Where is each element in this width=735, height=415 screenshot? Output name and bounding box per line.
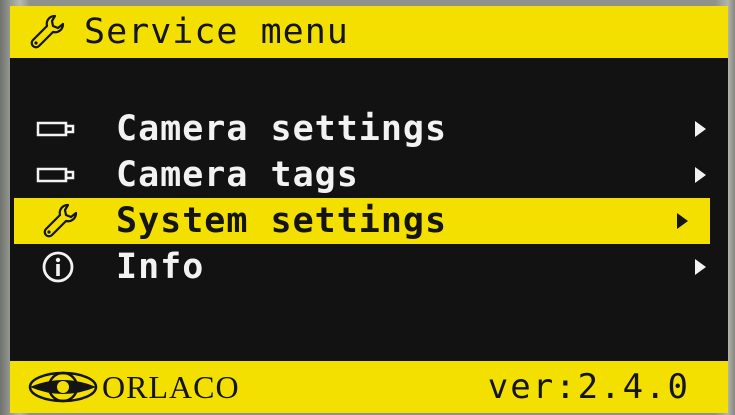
menu-item-info[interactable]: Info (32, 244, 728, 290)
menu-item-system-settings[interactable]: System settings (14, 198, 710, 244)
menu-item-camera-settings[interactable]: Camera settings (32, 106, 728, 152)
wrench-icon (32, 201, 84, 241)
menu-item-label: Camera settings (116, 109, 448, 149)
orlaco-logo-icon (26, 367, 100, 407)
camera-icon (32, 155, 84, 195)
menu-item-camera-tags[interactable]: Camera tags (32, 152, 728, 198)
footer-bar: ORLACO ver:2.4.0 (10, 361, 728, 413)
brand-name: ORLACO (102, 368, 240, 405)
chevron-right-icon (695, 259, 706, 275)
chevron-right-icon (695, 121, 706, 137)
menu-item-label: Camera tags (116, 155, 359, 195)
info-icon (32, 247, 84, 287)
title-bar: Service menu (10, 6, 728, 58)
camera-icon (32, 109, 84, 149)
chevron-right-icon (695, 167, 706, 183)
chevron-right-icon (677, 213, 688, 229)
service-screen: Service menu Camera settings Camera tags (10, 6, 728, 413)
wrench-icon (22, 9, 68, 55)
menu-item-label: System settings (116, 201, 448, 241)
page-title: Service menu (84, 12, 349, 52)
menu-item-label: Info (116, 247, 205, 287)
service-menu-list: Camera settings Camera tags System setti… (14, 106, 728, 290)
version-label: ver:2.4.0 (487, 367, 690, 407)
